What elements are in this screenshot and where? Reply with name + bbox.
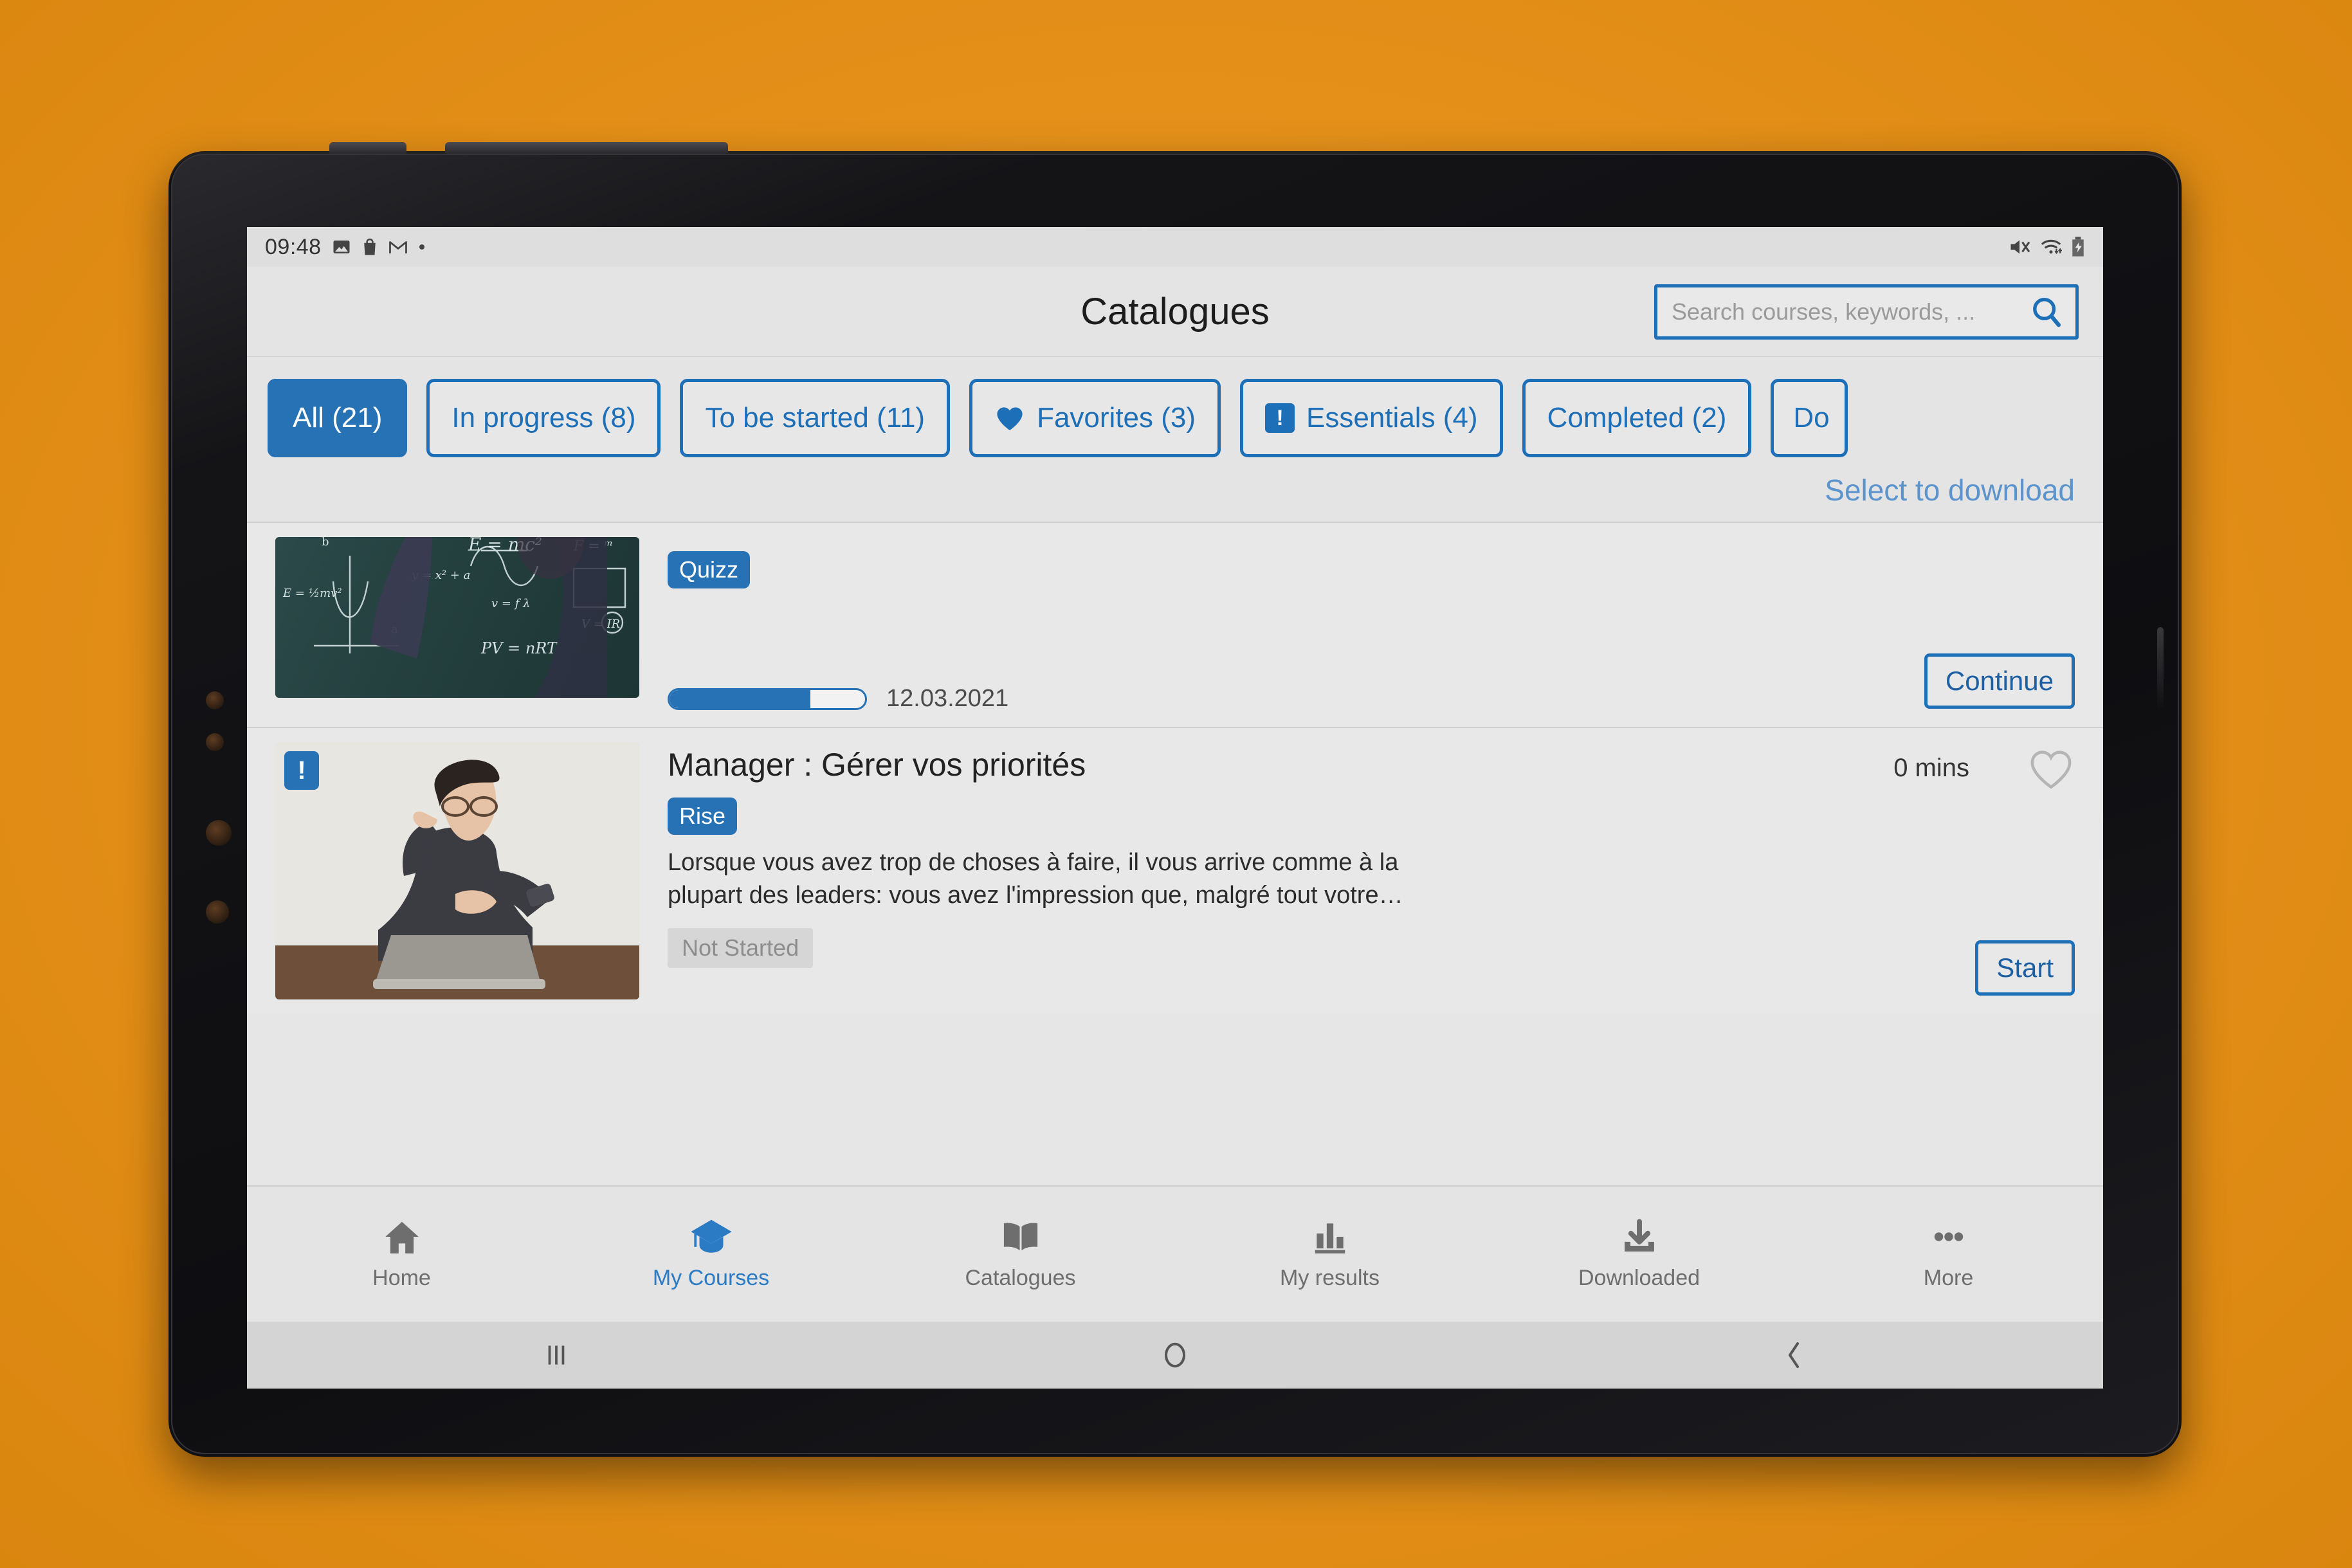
filter-chip-favorites[interactable]: Favorites (3) bbox=[969, 379, 1221, 457]
nav-item-more[interactable]: More bbox=[1794, 1218, 2103, 1291]
bezel-reflection-dot bbox=[206, 900, 229, 924]
home-icon bbox=[382, 1218, 422, 1255]
svg-text:PV = nRT: PV = nRT bbox=[480, 639, 558, 657]
power-button[interactable] bbox=[329, 142, 406, 154]
course-card-body: Manager : Gérer vos priorités Rise Lorsq… bbox=[639, 742, 2075, 999]
filter-chip-label: Do bbox=[1793, 402, 1830, 433]
nav-item-label: Catalogues bbox=[965, 1265, 1076, 1290]
nav-item-label: My Courses bbox=[652, 1265, 770, 1290]
nav-item-catalogues[interactable]: Catalogues bbox=[866, 1218, 1175, 1291]
course-meta: 0 mins bbox=[1893, 745, 2075, 791]
filter-chip-to-be-started[interactable]: To be started (11) bbox=[680, 379, 951, 457]
course-type-badge: Rise bbox=[668, 798, 738, 835]
status-bar-clock: 09:48 bbox=[265, 234, 322, 259]
shopping-bag-icon bbox=[361, 237, 378, 257]
bezel-reflection-dot bbox=[206, 733, 224, 751]
filter-chip-all[interactable]: All (21) bbox=[268, 379, 408, 457]
course-card[interactable]: -2ab cos r + c² E = mc² F = ᵐ b E = ½mv²… bbox=[247, 522, 2103, 727]
search-bar[interactable] bbox=[1654, 284, 2079, 340]
android-navigation-bar bbox=[247, 1322, 2103, 1389]
course-date: 12.03.2021 bbox=[886, 685, 1009, 712]
wifi-icon bbox=[2040, 237, 2062, 257]
filter-chip-in-progress[interactable]: In progress (8) bbox=[426, 379, 661, 457]
home-circle-icon[interactable] bbox=[866, 1340, 1484, 1371]
course-thumbnail-wrap: ! bbox=[275, 742, 639, 999]
search-icon[interactable] bbox=[2027, 295, 2066, 329]
course-type-badge: Quizz bbox=[668, 551, 751, 588]
filter-chip-label: All (21) bbox=[293, 402, 383, 433]
gmail-icon bbox=[388, 239, 408, 255]
open-book-icon bbox=[1000, 1218, 1041, 1255]
filter-chip-label: Favorites (3) bbox=[1037, 402, 1196, 433]
filter-chip-label: Essentials (4) bbox=[1306, 402, 1478, 433]
bezel-reflection-dot bbox=[206, 691, 224, 709]
bezel-reflection-dot bbox=[206, 820, 232, 846]
select-to-download-button[interactable]: Select to download bbox=[1825, 473, 2075, 507]
essential-exclamation-icon: ! bbox=[284, 751, 319, 790]
svg-text:v = f λ: v = f λ bbox=[491, 597, 531, 610]
filter-chip-downloaded[interactable]: Do bbox=[1771, 379, 1848, 457]
filter-chip-essentials[interactable]: ! Essentials (4) bbox=[1240, 379, 1503, 457]
filter-chip-label: To be started (11) bbox=[705, 402, 925, 433]
essential-exclamation-icon: ! bbox=[1265, 403, 1295, 433]
bottom-navigation: Home My Courses Catalogues My results Do… bbox=[247, 1185, 2103, 1322]
filter-chip-row[interactable]: All (21) In progress (8) To be started (… bbox=[247, 357, 2103, 462]
tablet-device: 09:48 Catalogues Search courses, keyword… bbox=[169, 142, 2182, 1457]
nav-item-label: Downloaded bbox=[1578, 1265, 1700, 1290]
ellipsis-icon bbox=[1929, 1218, 1969, 1255]
image-icon bbox=[332, 237, 351, 257]
svg-text:b: b bbox=[322, 537, 329, 549]
recents-icon[interactable] bbox=[247, 1340, 866, 1370]
course-status-badge: Not Started bbox=[668, 927, 814, 968]
course-progress-row: 12.03.2021 bbox=[668, 685, 2075, 713]
course-list: -2ab cos r + c² E = mc² F = ᵐ b E = ½mv²… bbox=[247, 522, 2103, 1014]
course-card-body: Quizz 12.03.2021 Continue bbox=[639, 537, 2075, 713]
download-icon bbox=[1621, 1218, 1658, 1255]
course-title: Manager : Gérer vos priorités bbox=[668, 747, 1086, 783]
continue-button[interactable]: Continue bbox=[1924, 653, 2075, 709]
mute-icon bbox=[2008, 237, 2031, 257]
battery-charging-icon bbox=[2071, 237, 2085, 257]
course-thumbnail-wrap: -2ab cos r + c² E = mc² F = ᵐ b E = ½mv²… bbox=[275, 537, 639, 713]
svg-text:E = ½mv²: E = ½mv² bbox=[282, 587, 342, 600]
nav-item-my-courses[interactable]: My Courses bbox=[556, 1218, 866, 1291]
filter-chip-label: In progress (8) bbox=[451, 402, 636, 433]
course-duration: 0 mins bbox=[1893, 754, 1969, 782]
graduation-cap-icon bbox=[689, 1218, 734, 1255]
filter-chip-completed[interactable]: Completed (2) bbox=[1522, 379, 1752, 457]
heart-outline-icon[interactable] bbox=[2027, 745, 2075, 791]
heart-filled-icon bbox=[994, 404, 1025, 432]
dot-icon bbox=[418, 243, 426, 251]
bar-chart-icon bbox=[1310, 1218, 1350, 1255]
chalkboard-formulas-image: -2ab cos r + c² E = mc² F = ᵐ b E = ½mv²… bbox=[275, 537, 639, 698]
person-checking-watch-at-laptop-image bbox=[275, 742, 639, 999]
course-description: Lorsque vous avez trop de choses à faire… bbox=[668, 849, 1403, 909]
start-button[interactable]: Start bbox=[1975, 940, 2075, 996]
back-chevron-icon[interactable] bbox=[1484, 1340, 2103, 1371]
filter-chip-label: Completed (2) bbox=[1547, 402, 1727, 433]
nav-item-my-results[interactable]: My results bbox=[1175, 1218, 1484, 1291]
search-input[interactable] bbox=[1672, 298, 2027, 325]
nav-item-home[interactable]: Home bbox=[247, 1218, 556, 1291]
app-header: Catalogues bbox=[247, 267, 2103, 357]
tablet-screen: 09:48 Catalogues Search courses, keyword… bbox=[247, 227, 2103, 1389]
progress-bar bbox=[668, 688, 867, 710]
course-card[interactable]: ! Manager : Gérer vos priorités Rise Lor… bbox=[247, 727, 2103, 1014]
status-bar: 09:48 bbox=[247, 227, 2103, 267]
select-to-download-row: Select to download bbox=[247, 462, 2103, 522]
progress-bar-fill bbox=[670, 689, 810, 708]
nav-item-downloaded[interactable]: Downloaded bbox=[1484, 1218, 1794, 1291]
nav-item-label: Home bbox=[372, 1265, 431, 1290]
nav-item-label: More bbox=[1923, 1265, 1974, 1290]
nav-item-label: My results bbox=[1280, 1265, 1380, 1290]
volume-button[interactable] bbox=[445, 142, 728, 154]
bezel-glint bbox=[2157, 627, 2164, 711]
